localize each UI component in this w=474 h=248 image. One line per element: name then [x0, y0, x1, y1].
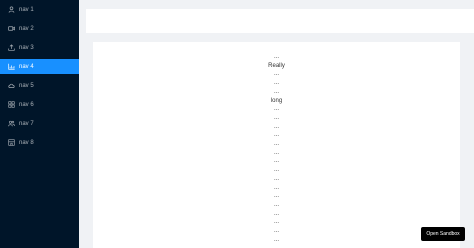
content-line: ...	[273, 167, 279, 174]
content-line: ...	[273, 201, 279, 208]
upload-icon	[8, 44, 15, 51]
sidebar-item-nav-2[interactable]: nav 2	[0, 21, 79, 36]
content-line: ...	[273, 219, 279, 226]
content-line: ...	[273, 141, 279, 147]
content-line: ...	[273, 114, 279, 121]
sidebar-item-label: nav 3	[19, 44, 34, 51]
sidebar-item-label: nav 6	[19, 101, 34, 108]
video-camera-icon	[8, 25, 15, 32]
team-icon	[8, 120, 15, 127]
content-line: ...	[273, 123, 279, 130]
content-line: ...	[273, 106, 279, 113]
cloud-icon	[8, 82, 15, 89]
header	[86, 9, 474, 33]
shop-icon	[8, 139, 15, 146]
sidebar-item-label: nav 1	[19, 6, 34, 13]
sidebar-item-label: nav 7	[19, 120, 34, 127]
content-line: ...	[273, 54, 279, 60]
content-line: ...	[273, 149, 279, 156]
content-line: ...	[273, 210, 279, 217]
sidebar-item-label: nav 2	[19, 25, 34, 32]
main-content: ... Really......... long..................…	[93, 42, 460, 248]
content-line: ...	[273, 88, 279, 95]
sidebar-item-label: nav 8	[19, 139, 34, 146]
sidebar-item-nav-8[interactable]: nav 8	[0, 135, 79, 150]
user-icon	[8, 6, 15, 13]
sidebar-item-label: nav 4	[19, 63, 34, 70]
content-line: ...	[273, 193, 279, 200]
content-line: ...	[273, 184, 279, 191]
sidebar-item-nav-1[interactable]: nav 1	[0, 2, 79, 17]
sidebar-item-nav-3[interactable]: nav 3	[0, 40, 79, 55]
content-line: ...	[273, 132, 279, 139]
bar-chart-icon	[8, 63, 15, 70]
content-line: ...	[273, 175, 279, 182]
content-line: Really	[268, 62, 285, 69]
content-line: ...	[273, 228, 279, 234]
appstore-icon	[8, 101, 15, 108]
sidebar-item-nav-7[interactable]: nav 7	[0, 116, 79, 131]
content-line: ...	[273, 158, 279, 165]
sidebar-item-nav-4[interactable]: nav 4	[0, 59, 79, 74]
sidebar-item-nav-5[interactable]: nav 5	[0, 78, 79, 93]
content-line: ...	[273, 71, 279, 78]
sidebar-item-label: nav 5	[19, 82, 34, 89]
content-line: ...	[273, 80, 279, 87]
sidebar-item-nav-6[interactable]: nav 6	[0, 97, 79, 112]
sidebar: nav 1 nav 2 nav 3 nav 4 nav 5 nav 6 nav …	[0, 0, 79, 248]
content-line: ...	[273, 236, 279, 243]
content-line: long	[270, 97, 283, 104]
open-sandbox-button[interactable]: Open Sandbox	[421, 227, 465, 241]
